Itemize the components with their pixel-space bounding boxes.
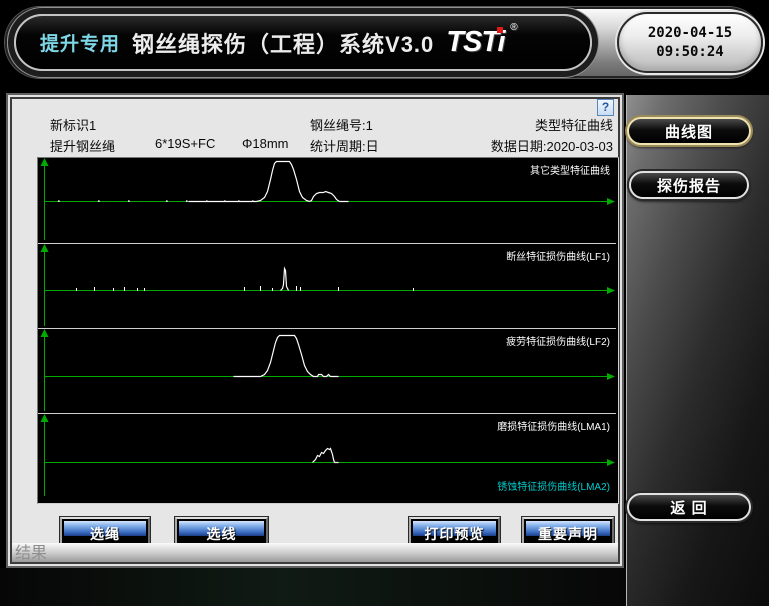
rope-spec: 6*19S+FC bbox=[155, 136, 215, 151]
rope-number: 钢丝绳号:1 bbox=[310, 115, 373, 134]
main-window: ? 新标识1 钢丝绳号:1 类型特征曲线 提升钢丝绳 6*19S+FC Φ18m… bbox=[10, 97, 620, 564]
time-text: 09:50:24 bbox=[656, 43, 723, 62]
logo-red-dot bbox=[497, 27, 503, 33]
status-text: 结果 bbox=[15, 539, 47, 563]
curve-view-button[interactable]: 曲线图 bbox=[627, 117, 751, 145]
app-title: 钢丝绳探伤（工程）系统V3.0 bbox=[132, 27, 434, 59]
chart-panel-4: 磨损特征损伤曲线(LMA1) 锈蚀特征损伤曲线(LMA2) bbox=[38, 413, 616, 498]
curve-type-label: 类型特征曲线 bbox=[535, 115, 613, 134]
data-date: 数据日期:2020-03-03 bbox=[491, 136, 613, 155]
datetime-display: 2020-04-15 09:50:24 bbox=[617, 12, 763, 73]
rope-diameter: Φ18mm bbox=[242, 136, 289, 151]
sidebar: 曲线图 探伤报告 返 回 bbox=[626, 95, 769, 606]
stat-period: 统计周期:日 bbox=[310, 136, 379, 155]
back-button[interactable]: 返 回 bbox=[627, 493, 751, 521]
report-button[interactable]: 探伤报告 bbox=[629, 171, 749, 199]
panel-label: 断丝特征损伤曲线(LF1) bbox=[506, 248, 610, 263]
chart-panel-1: 其它类型特征曲线 bbox=[38, 158, 616, 243]
title-bar: 提升专用 钢丝绳探伤（工程）系统V3.0 TSTi® bbox=[14, 14, 592, 71]
registered-mark: ® bbox=[510, 22, 516, 33]
panel-label: 疲劳特征损伤曲线(LF2) bbox=[506, 333, 610, 348]
date-text: 2020-04-15 bbox=[648, 24, 732, 43]
chart-panel-2: 断丝特征损伤曲线(LF1) bbox=[38, 243, 616, 328]
panel-label: 磨损特征损伤曲线(LMA1) bbox=[497, 418, 610, 433]
tsti-logo: TSTi® bbox=[446, 26, 516, 59]
status-strip: 结果 bbox=[12, 543, 618, 562]
panel-label-secondary: 锈蚀特征损伤曲线(LMA2) bbox=[497, 478, 610, 493]
rope-name: 提升钢丝绳 bbox=[50, 136, 115, 155]
screen: { "colors": { "axis_green": "#00aa00", "… bbox=[0, 0, 769, 606]
mode-badge: 提升专用 bbox=[40, 29, 120, 56]
help-button[interactable]: ? bbox=[597, 99, 614, 116]
bottom-strip bbox=[0, 568, 626, 606]
rope-label-name: 新标识1 bbox=[50, 115, 96, 134]
panel-label: 其它类型特征曲线 bbox=[530, 162, 610, 177]
chart-panel-3: 疲劳特征损伤曲线(LF2) bbox=[38, 328, 616, 413]
chart-area: 其它类型特征曲线断丝特征损伤曲线(LF1) 疲劳特征损伤曲线(LF2) 磨损特征损伤… bbox=[37, 157, 619, 504]
